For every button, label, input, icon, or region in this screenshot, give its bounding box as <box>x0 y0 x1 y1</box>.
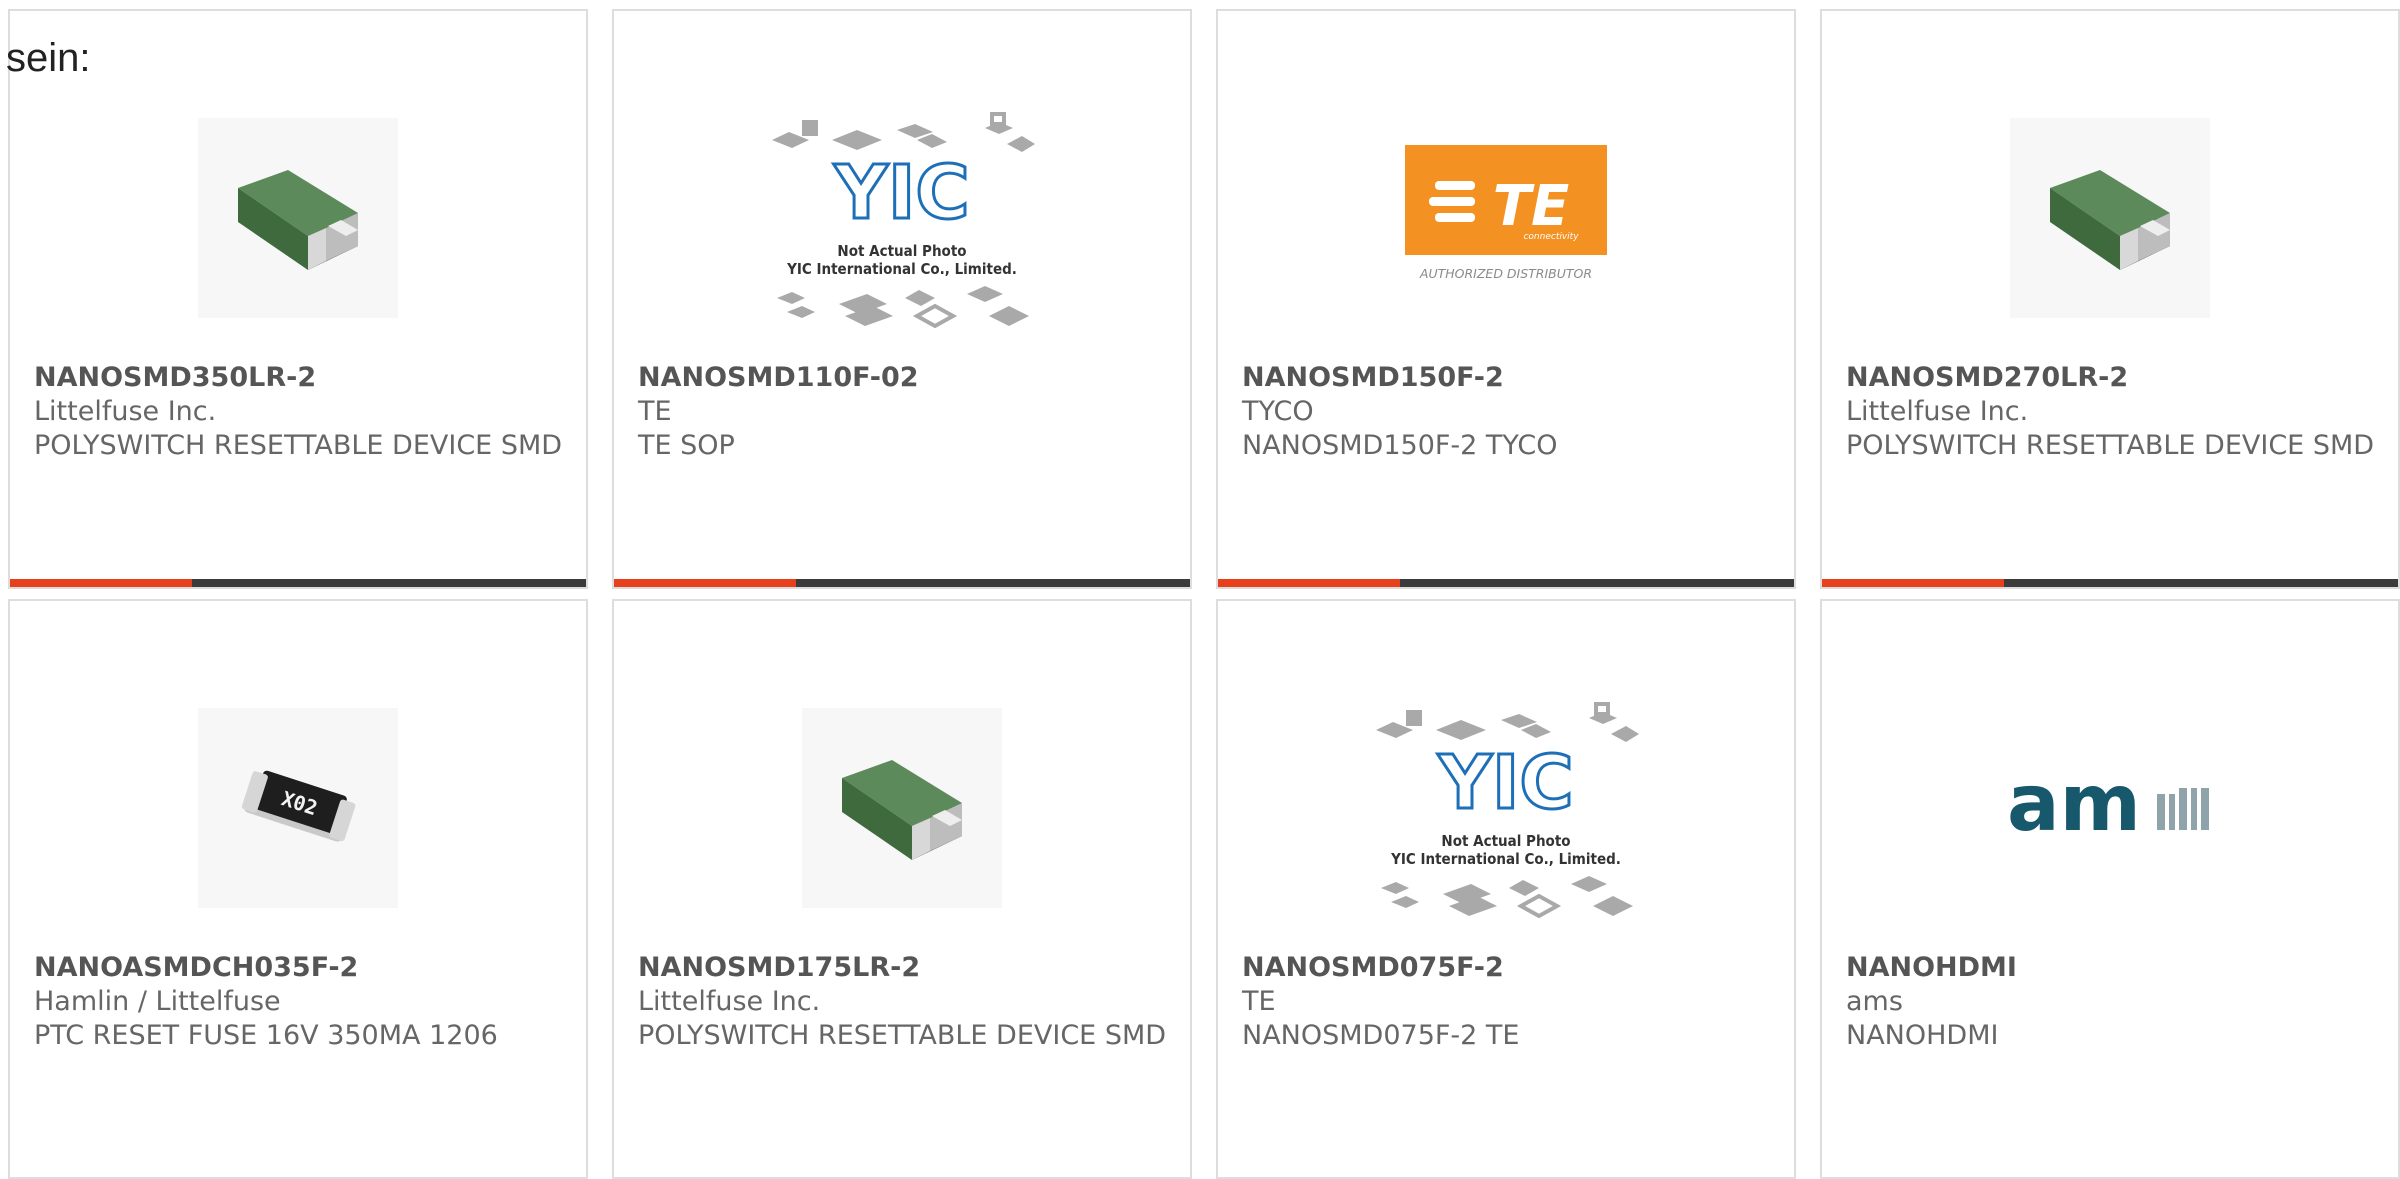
part-number[interactable]: NANOSMD175LR-2 <box>638 951 1170 985</box>
manufacturer: Littelfuse Inc. <box>638 986 821 1017</box>
product-image: YIC Not Actual Photo YIC International C… <box>614 83 1190 353</box>
te-connectivity-logo: TE connectivity AUTHORIZED DISTRIBUTOR <box>1405 145 1607 281</box>
product-card-nanosmd350lr-2[interactable]: NANOSMD350LR-2 Littelfuse Inc. POLYSWITC… <box>8 9 588 589</box>
description: PTC RESET FUSE 16V 350MA 1206 <box>34 1020 498 1051</box>
product-image: TE connectivity AUTHORIZED DISTRIBUTOR <box>1218 83 1794 353</box>
image-caption-line2: YIC International Co., Limited. <box>1390 850 1621 868</box>
description: POLYSWITCH RESETTABLE DEVICE SMD <box>34 430 563 461</box>
black-fuse-component-image: X02 <box>198 708 398 908</box>
manufacturer: ams <box>1846 986 1903 1017</box>
product-card-nanosmd175lr-2[interactable]: NANOSMD175LR-2 Littelfuse Inc. POLYSWITC… <box>612 599 1192 1179</box>
image-caption-line1: Not Actual Photo <box>1441 832 1570 850</box>
green-smd-component-image <box>802 708 1002 908</box>
yic-placeholder-image: YIC Not Actual Photo YIC International C… <box>772 112 1035 329</box>
description: POLYSWITCH RESETTABLE DEVICE SMD <box>638 1020 1167 1051</box>
authorized-distributor-text: AUTHORIZED DISTRIBUTOR <box>1419 266 1592 281</box>
green-smd-component-image <box>2010 118 2210 318</box>
part-number[interactable]: NANOSMD350LR-2 <box>34 361 566 395</box>
manufacturer: Littelfuse Inc. <box>1846 396 2029 427</box>
description: NANOSMD150F-2 TYCO <box>1242 430 1558 461</box>
product-image <box>10 83 586 353</box>
manufacturer: Hamlin / Littelfuse <box>34 986 281 1017</box>
image-caption-line1: Not Actual Photo <box>837 242 966 260</box>
description: NANOSMD075F-2 TE <box>1242 1020 1520 1051</box>
ams-logo-text: am <box>2007 768 2141 848</box>
part-number[interactable]: NANOSMD270LR-2 <box>1846 361 2378 395</box>
manufacturer: TE <box>638 396 672 427</box>
te-logo-text: TE <box>1493 174 1569 239</box>
ams-logo: am <box>2007 768 2209 848</box>
manufacturer: Littelfuse Inc. <box>34 396 217 427</box>
part-number[interactable]: NANOHDMI <box>1846 951 2378 985</box>
part-number[interactable]: NANOSMD075F-2 <box>1242 951 1774 985</box>
part-number[interactable]: NANOSMD110F-02 <box>638 361 1170 395</box>
manufacturer: TYCO <box>1242 396 1314 427</box>
svg-text:connectivity: connectivity <box>1523 232 1579 242</box>
product-card-nanosmd110f-02[interactable]: YIC Not Actual Photo YIC International C… <box>612 9 1192 589</box>
card-accent-bar <box>10 579 586 587</box>
card-accent-bar <box>614 579 1190 587</box>
product-image: am <box>1822 673 2398 943</box>
cutoff-heading: sein: <box>6 36 91 80</box>
card-accent-bar <box>1218 579 1794 587</box>
description: NANOHDMI <box>1846 1020 1999 1051</box>
product-card-nanosmd150f-2[interactable]: TE connectivity AUTHORIZED DISTRIBUTOR N… <box>1216 9 1796 589</box>
yic-logo-text: YIC <box>1437 740 1573 826</box>
description: TE SOP <box>638 430 735 461</box>
product-card-nanoasmdch035f-2[interactable]: X02 NANOASMDCH035F-2 Hamlin / Littelfuse… <box>8 599 588 1179</box>
part-number[interactable]: NANOSMD150F-2 <box>1242 361 1774 395</box>
yic-logo-text: YIC <box>833 150 969 236</box>
card-accent-bar <box>1822 579 2398 587</box>
part-number[interactable]: NANOASMDCH035F-2 <box>34 951 566 985</box>
product-image: YIC Not Actual Photo YIC International C… <box>1218 673 1794 943</box>
yic-placeholder-image: YIC Not Actual Photo YIC International C… <box>1376 702 1639 919</box>
green-smd-component-image <box>198 118 398 318</box>
product-image <box>1822 83 2398 353</box>
product-card-nanosmd270lr-2[interactable]: NANOSMD270LR-2 Littelfuse Inc. POLYSWITC… <box>1820 9 2400 589</box>
product-image <box>614 673 1190 943</box>
product-image: X02 <box>10 673 586 943</box>
product-card-nanosmd075f-2[interactable]: YIC Not Actual Photo YIC International C… <box>1216 599 1796 1179</box>
description: POLYSWITCH RESETTABLE DEVICE SMD <box>1846 430 2375 461</box>
image-caption-line2: YIC International Co., Limited. <box>786 260 1017 278</box>
product-card-nanohdmi[interactable]: am NANOHDMI ams NANOHDMI <box>1820 599 2400 1179</box>
manufacturer: TE <box>1242 986 1276 1017</box>
